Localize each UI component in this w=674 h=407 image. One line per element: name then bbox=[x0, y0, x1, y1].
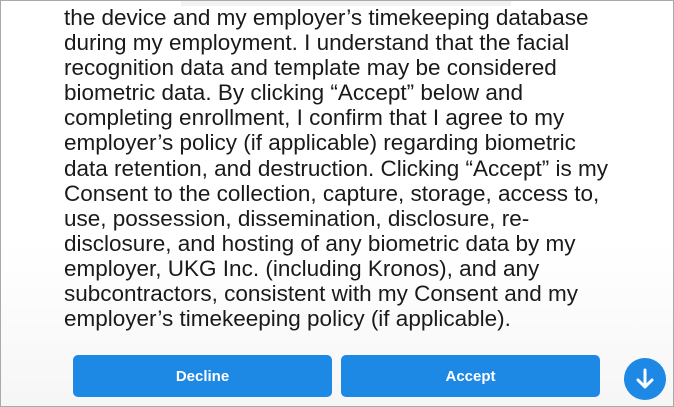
consent-dialog: the device and my employer’s timekeeping… bbox=[0, 0, 674, 407]
consent-line: employer’s policy (if applicable) regard… bbox=[64, 130, 576, 156]
consent-line: employer, UKG Inc. (including Kronos), a… bbox=[64, 255, 540, 281]
consent-line: subcontractors, consistent with my Conse… bbox=[64, 281, 578, 307]
accept-button[interactable]: Accept bbox=[341, 355, 600, 397]
consent-line: biometric data. By clicking “Accept” bel… bbox=[64, 80, 523, 106]
consent-line: use, possession, dissemination, disclosu… bbox=[64, 205, 530, 231]
consent-text[interactable]: the device and my employer’s timekeeping… bbox=[64, 5, 644, 331]
consent-line: disclosure, and hosting of any biometric… bbox=[64, 230, 576, 256]
consent-line: employer’s timekeeping policy (if applic… bbox=[64, 306, 511, 332]
consent-line: recognition data and template may be con… bbox=[64, 55, 557, 81]
consent-line: data retention, and destruction. Clickin… bbox=[64, 155, 608, 181]
consent-line: Consent to the collection, capture, stor… bbox=[64, 180, 600, 206]
arrow-down-icon bbox=[636, 368, 654, 389]
consent-line: during my employment. I understand that … bbox=[64, 30, 570, 56]
consent-line: the device and my employer’s timekeeping… bbox=[64, 5, 589, 30]
scroll-down-button[interactable] bbox=[624, 358, 666, 400]
consent-line: completing enrollment, I confirm that I … bbox=[64, 105, 565, 131]
decline-button[interactable]: Decline bbox=[73, 355, 332, 397]
